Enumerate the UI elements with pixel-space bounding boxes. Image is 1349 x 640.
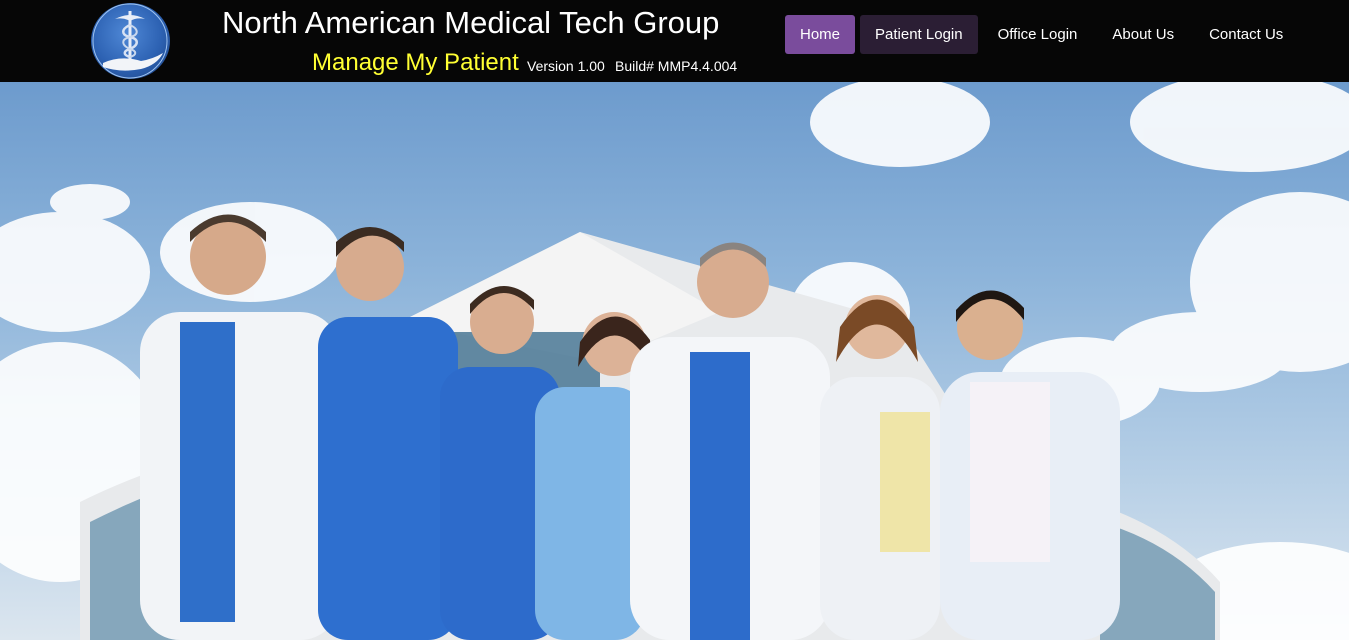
nav-home[interactable]: Home — [785, 15, 856, 54]
main-nav: Home Patient Login Office Login About Us… — [785, 15, 1298, 55]
version-label: Version 1.00 — [527, 58, 605, 74]
top-header: North American Medical Tech Group Manage… — [0, 0, 1349, 82]
build-label: Build# MMP4.4.004 — [615, 58, 738, 74]
nav-office-login[interactable]: Office Login — [983, 15, 1093, 54]
hero-illustration — [0, 82, 1349, 640]
nav-contact-us[interactable]: Contact Us — [1194, 15, 1298, 54]
site-subtitle: Manage My Patient — [312, 49, 519, 76]
site-title: North American Medical Tech Group — [222, 5, 720, 40]
nav-about-us[interactable]: About Us — [1097, 15, 1189, 54]
caduceus-logo-icon[interactable] — [91, 3, 170, 79]
hero-banner-image — [0, 82, 1349, 640]
nav-patient-login[interactable]: Patient Login — [860, 15, 978, 54]
